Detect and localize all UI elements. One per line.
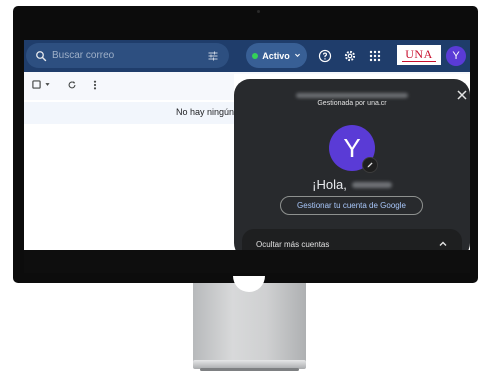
- hide-accounts-section[interactable]: Ocultar más cuentas: [242, 229, 462, 250]
- monitor-stand-neck: [193, 283, 306, 363]
- checkbox-icon[interactable]: [32, 80, 41, 89]
- search-icon[interactable]: [30, 50, 52, 62]
- greeting-row: ¡Hola,: [234, 177, 470, 192]
- settings-icon[interactable]: [341, 47, 359, 65]
- apps-icon[interactable]: [366, 47, 384, 65]
- refresh-icon[interactable]: [67, 80, 77, 90]
- account-avatar[interactable]: Y: [446, 46, 466, 66]
- status-dot-icon: [252, 52, 259, 59]
- search-input[interactable]: [52, 50, 202, 61]
- screen-bottom-bezel: [24, 250, 470, 273]
- edit-pencil-icon[interactable]: [362, 157, 378, 173]
- manage-google-account-button[interactable]: Gestionar tu cuenta de Google: [280, 196, 423, 215]
- chevron-up-icon[interactable]: [438, 239, 448, 249]
- organization-logo[interactable]: UNA: [397, 45, 441, 65]
- user-name-redacted: [351, 181, 392, 188]
- gmail-header: Activo UNA Y: [24, 40, 470, 72]
- organization-logo-text: UNA: [405, 46, 433, 61]
- camera-dot: [257, 10, 260, 13]
- empty-inbox-message: No hay ningún: [175, 107, 234, 117]
- screen: Activo UNA Y: [24, 40, 470, 250]
- logo-underline: [402, 60, 436, 62]
- account-popup: Gestionada por una.cr Y ¡Hola, Gestionar…: [234, 79, 470, 250]
- more-vert-icon[interactable]: [93, 80, 97, 90]
- managed-by-label: Gestionada por una.cr: [317, 100, 387, 107]
- help-icon[interactable]: [316, 47, 334, 65]
- chevron-down-icon[interactable]: [44, 81, 51, 88]
- mail-toolbar: [24, 74, 234, 100]
- status-button[interactable]: Activo: [246, 43, 307, 68]
- status-label: Activo: [262, 50, 290, 61]
- search-bar[interactable]: [26, 43, 229, 68]
- chevron-down-icon: [294, 53, 300, 57]
- account-email-redacted: [296, 93, 408, 98]
- tune-icon[interactable]: [202, 50, 224, 62]
- select-all-checkbox[interactable]: [32, 80, 51, 89]
- hide-accounts-label: Ocultar más cuentas: [256, 240, 330, 249]
- monitor-stand-foot: [200, 368, 299, 371]
- greeting-text: ¡Hola,: [312, 177, 347, 192]
